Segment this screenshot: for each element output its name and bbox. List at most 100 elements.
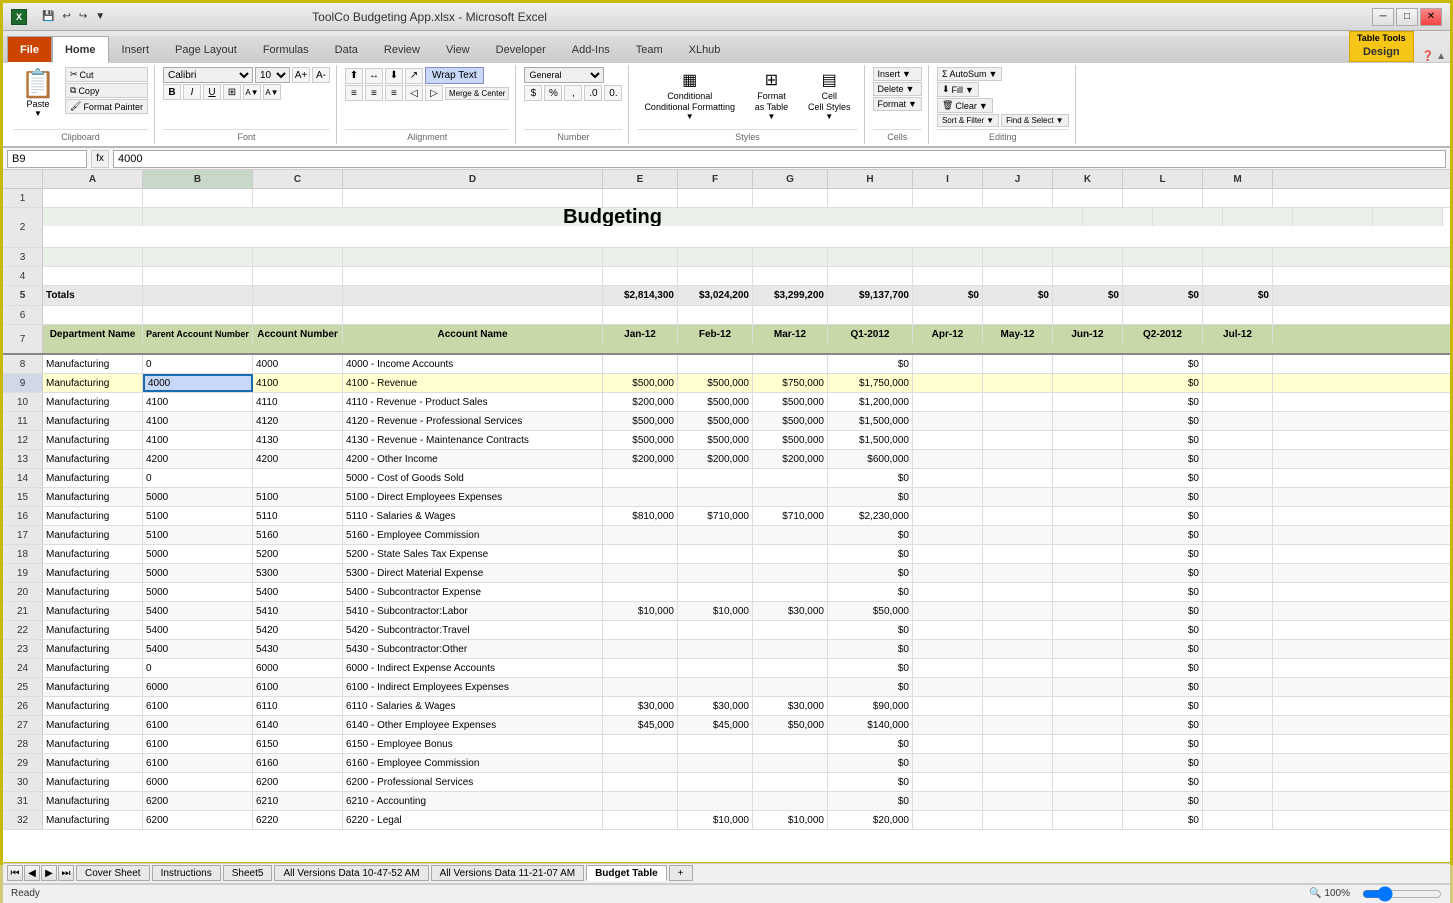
tab-view[interactable]: View	[433, 36, 483, 62]
cell-f6[interactable]	[678, 306, 753, 324]
row-num-19[interactable]: 19	[3, 564, 43, 582]
cell-l22[interactable]: $0	[1123, 621, 1203, 639]
cell-a2[interactable]	[43, 208, 143, 226]
cell-m5[interactable]: $0	[1203, 286, 1273, 304]
cell-l3[interactable]	[1123, 248, 1203, 266]
cell-j26[interactable]	[983, 697, 1053, 715]
cell-c21[interactable]: 5410	[253, 602, 343, 620]
cell-j1[interactable]	[983, 189, 1053, 207]
cell-k29[interactable]	[1053, 754, 1123, 772]
increase-decimal-btn[interactable]: .0	[584, 85, 602, 101]
row-num-20[interactable]: 20	[3, 583, 43, 601]
grid-scroll-area[interactable]: 1 2 Budgeting	[3, 189, 1450, 863]
cell-j22[interactable]	[983, 621, 1053, 639]
row-num-31[interactable]: 31	[3, 792, 43, 810]
cell-g31[interactable]	[753, 792, 828, 810]
cell-h30[interactable]: $0	[828, 773, 913, 791]
cell-h11[interactable]: $1,500,000	[828, 412, 913, 430]
cell-k32[interactable]	[1053, 811, 1123, 829]
sheet-tab-add[interactable]: +	[669, 865, 693, 881]
cell-a7[interactable]: Department Name	[43, 325, 143, 343]
row-num-21[interactable]: 21	[3, 602, 43, 620]
cell-m15[interactable]	[1203, 488, 1273, 506]
cell-f30[interactable]	[678, 773, 753, 791]
cell-b4[interactable]	[143, 267, 253, 285]
cell-c29[interactable]: 6160	[253, 754, 343, 772]
cell-i16[interactable]	[913, 507, 983, 525]
format-as-table-button[interactable]: ⊞ Format as Table ▼	[744, 67, 799, 124]
row-num-30[interactable]: 30	[3, 773, 43, 791]
cell-f16[interactable]: $710,000	[678, 507, 753, 525]
cell-e13[interactable]: $200,000	[603, 450, 678, 468]
cell-a12[interactable]: Manufacturing	[43, 431, 143, 449]
cell-i25[interactable]	[913, 678, 983, 696]
cell-j32[interactable]	[983, 811, 1053, 829]
cell-k4[interactable]	[1053, 267, 1123, 285]
cell-f28[interactable]	[678, 735, 753, 753]
restore-btn[interactable]: □	[1396, 8, 1418, 26]
cell-l1[interactable]	[1123, 189, 1203, 207]
row-num-10[interactable]: 10	[3, 393, 43, 411]
cell-d1[interactable]	[343, 189, 603, 207]
format-painter-button[interactable]: 🖌 Format Painter	[65, 99, 148, 114]
cell-a1[interactable]	[43, 189, 143, 207]
cell-i17[interactable]	[913, 526, 983, 544]
cell-j13[interactable]	[983, 450, 1053, 468]
cell-g27[interactable]: $50,000	[753, 716, 828, 734]
cell-b19[interactable]: 5000	[143, 564, 253, 582]
col-header-i[interactable]: I	[913, 170, 983, 188]
cell-g7[interactable]: Mar-12	[753, 325, 828, 343]
cell-k19[interactable]	[1053, 564, 1123, 582]
cell-a26[interactable]: Manufacturing	[43, 697, 143, 715]
cell-i10[interactable]	[913, 393, 983, 411]
row-num-23[interactable]: 23	[3, 640, 43, 658]
cell-f1[interactable]	[678, 189, 753, 207]
cell-g1[interactable]	[753, 189, 828, 207]
cell-j11[interactable]	[983, 412, 1053, 430]
cell-b29[interactable]: 6100	[143, 754, 253, 772]
decrease-indent-btn[interactable]: ◁	[405, 85, 423, 101]
cell-j12[interactable]	[983, 431, 1053, 449]
cell-g16[interactable]: $710,000	[753, 507, 828, 525]
row-num-1[interactable]: 1	[3, 189, 43, 207]
cell-m4[interactable]	[1203, 267, 1273, 285]
row-num-27[interactable]: 27	[3, 716, 43, 734]
cell-e20[interactable]	[603, 583, 678, 601]
align-center-btn[interactable]: ≡	[365, 85, 383, 101]
cell-h24[interactable]: $0	[828, 659, 913, 677]
row-num-15[interactable]: 15	[3, 488, 43, 506]
cell-h21[interactable]: $50,000	[828, 602, 913, 620]
cell-e30[interactable]	[603, 773, 678, 791]
cell-e19[interactable]	[603, 564, 678, 582]
cell-f20[interactable]	[678, 583, 753, 601]
cell-d24[interactable]: 6000 - Indirect Expense Accounts	[343, 659, 603, 677]
cell-a28[interactable]: Manufacturing	[43, 735, 143, 753]
col-header-l[interactable]: L	[1123, 170, 1203, 188]
cell-e15[interactable]	[603, 488, 678, 506]
accounting-btn[interactable]: $	[524, 85, 542, 101]
cell-e16[interactable]: $810,000	[603, 507, 678, 525]
cell-c9[interactable]: 4100	[253, 374, 343, 392]
prev-sheet-btn[interactable]: ◀	[24, 865, 40, 881]
cell-c7[interactable]: Account Number	[253, 325, 343, 343]
cell-e5[interactable]: $2,814,300	[603, 286, 678, 304]
tab-file[interactable]: File	[7, 36, 52, 63]
align-middle-btn[interactable]: ↔	[365, 68, 383, 84]
cell-b12[interactable]: 4100	[143, 431, 253, 449]
row-num-9[interactable]: 9	[3, 374, 43, 392]
row-num-29[interactable]: 29	[3, 754, 43, 772]
tab-review[interactable]: Review	[371, 36, 433, 62]
cell-i6[interactable]	[913, 306, 983, 324]
name-box[interactable]	[7, 150, 87, 168]
tab-developer[interactable]: Developer	[483, 36, 559, 62]
cell-m8[interactable]	[1203, 355, 1273, 373]
cell-e21[interactable]: $10,000	[603, 602, 678, 620]
cell-k5[interactable]: $0	[1053, 286, 1123, 304]
cell-h15[interactable]: $0	[828, 488, 913, 506]
cell-j17[interactable]	[983, 526, 1053, 544]
row-num-17[interactable]: 17	[3, 526, 43, 544]
cell-m10[interactable]	[1203, 393, 1273, 411]
cell-m18[interactable]	[1203, 545, 1273, 563]
cell-h17[interactable]: $0	[828, 526, 913, 544]
col-header-b[interactable]: B	[143, 170, 253, 188]
